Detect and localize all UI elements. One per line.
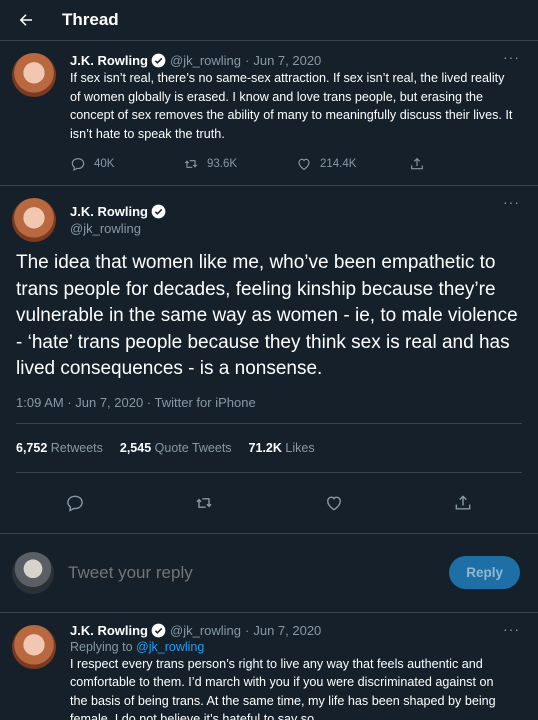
page-title: Thread xyxy=(62,10,119,29)
tweet-date[interactable]: Jun 7, 2020 xyxy=(253,53,321,68)
tweet-text: If sex isn’t real, there’s no same-sex a… xyxy=(70,71,513,141)
quotes-count: 2,545 xyxy=(119,440,152,455)
reply-icon xyxy=(71,158,85,171)
thread-tweet[interactable]: ··· J.K. Rowling @jk_rowling · Jun 7, 20… xyxy=(0,41,538,185)
quotes-label: Quote Tweets xyxy=(154,440,232,455)
author-line: J.K. Rowling @jk_rowling · Jun 7, 2020 xyxy=(70,53,522,68)
likes-label: Likes xyxy=(285,440,315,455)
author-block: J.K. Rowling @jk_rowling xyxy=(70,196,522,242)
reply-input[interactable] xyxy=(68,562,450,583)
more-options-button[interactable]: ··· xyxy=(503,49,520,65)
author-name[interactable]: J.K. Rowling xyxy=(70,204,148,219)
likes-stat[interactable]: 71.2K Likes xyxy=(249,441,315,455)
quote-tweets-stat[interactable]: 2,545 Quote Tweets xyxy=(120,441,232,455)
replying-to-link[interactable]: @jk_rowling xyxy=(136,640,204,654)
avatar[interactable] xyxy=(12,624,56,669)
arrow-left-icon xyxy=(19,14,32,26)
retweets-stat[interactable]: 6,752 Retweets xyxy=(16,441,103,455)
tweet-text: The idea that women like me, who’ve been… xyxy=(16,252,518,379)
share-icon xyxy=(411,157,423,170)
reply-icon[interactable] xyxy=(65,493,85,513)
retweets-label: Retweets xyxy=(50,440,103,455)
reply-submit-button[interactable]: Reply xyxy=(449,556,520,589)
tweet-date[interactable]: Jun 7, 2020 xyxy=(253,623,321,638)
share-button[interactable] xyxy=(409,156,522,172)
retweet-icon[interactable] xyxy=(194,493,214,513)
share-icon[interactable] xyxy=(453,493,473,513)
focused-tweet: ··· J.K. Rowling @jk_rowling The idea th… xyxy=(0,186,538,423)
header-bar: Thread xyxy=(0,0,538,40)
retweet-count: 93.6K xyxy=(207,158,238,170)
author-handle[interactable]: @jk_rowling xyxy=(170,623,241,638)
user-avatar[interactable] xyxy=(12,551,54,594)
author-handle[interactable]: @jk_rowling xyxy=(170,53,241,68)
tweet-body: J.K. Rowling @jk_rowling · Jun 7, 2020 I… xyxy=(70,53,522,172)
retweet-button[interactable]: 93.6K xyxy=(183,156,296,172)
verified-badge-icon xyxy=(151,53,166,68)
tweet-stats: 6,752 Retweets 2,545 Quote Tweets 71.2K … xyxy=(0,424,538,472)
verified-badge-icon xyxy=(151,204,166,219)
avatar[interactable] xyxy=(12,53,56,97)
retweets-count: 6,752 xyxy=(16,440,48,455)
like-count: 214.4K xyxy=(320,158,357,170)
author-name[interactable]: J.K. Rowling xyxy=(70,623,148,638)
reply-composer: Reply xyxy=(0,534,538,612)
reply-button[interactable]: 40K xyxy=(70,156,183,172)
separator-dot: · xyxy=(245,622,250,638)
replying-to-label: Replying to xyxy=(70,639,133,654)
tweet-text: I respect every trans person’s right to … xyxy=(70,656,496,720)
tweet-actions: 40K 93.6K 214.4K xyxy=(70,156,522,172)
replying-to-line: Replying to @jk_rowling xyxy=(70,640,522,654)
tweet-body: J.K. Rowling @jk_rowling · Jun 7, 2020 R… xyxy=(70,623,522,720)
avatar[interactable] xyxy=(12,198,56,242)
author-handle[interactable]: @jk_rowling xyxy=(70,221,522,236)
focused-tweet-actions xyxy=(0,473,538,533)
more-options-button[interactable]: ··· xyxy=(503,621,520,637)
author-line: J.K. Rowling @jk_rowling · Jun 7, 2020 xyxy=(70,623,522,638)
reply-tweet[interactable]: ··· J.K. Rowling @jk_rowling · Jun 7, 20… xyxy=(0,613,538,720)
verified-badge-icon xyxy=(151,623,166,637)
likes-count: 71.2K xyxy=(248,440,282,455)
separator-dot: · xyxy=(245,53,250,68)
retweet-icon xyxy=(184,160,198,168)
back-button[interactable] xyxy=(14,8,38,32)
author-name[interactable]: J.K. Rowling xyxy=(70,53,148,68)
heart-icon[interactable] xyxy=(324,493,344,513)
like-button[interactable]: 214.4K xyxy=(296,156,409,172)
heart-icon xyxy=(298,158,310,170)
more-options-button[interactable]: ··· xyxy=(503,194,520,210)
tweet-meta[interactable]: 1:09 AM · Jun 7, 2020 · Twitter for iPho… xyxy=(16,395,522,423)
author-line: J.K. Rowling xyxy=(70,204,522,219)
reply-count: 40K xyxy=(94,158,115,170)
